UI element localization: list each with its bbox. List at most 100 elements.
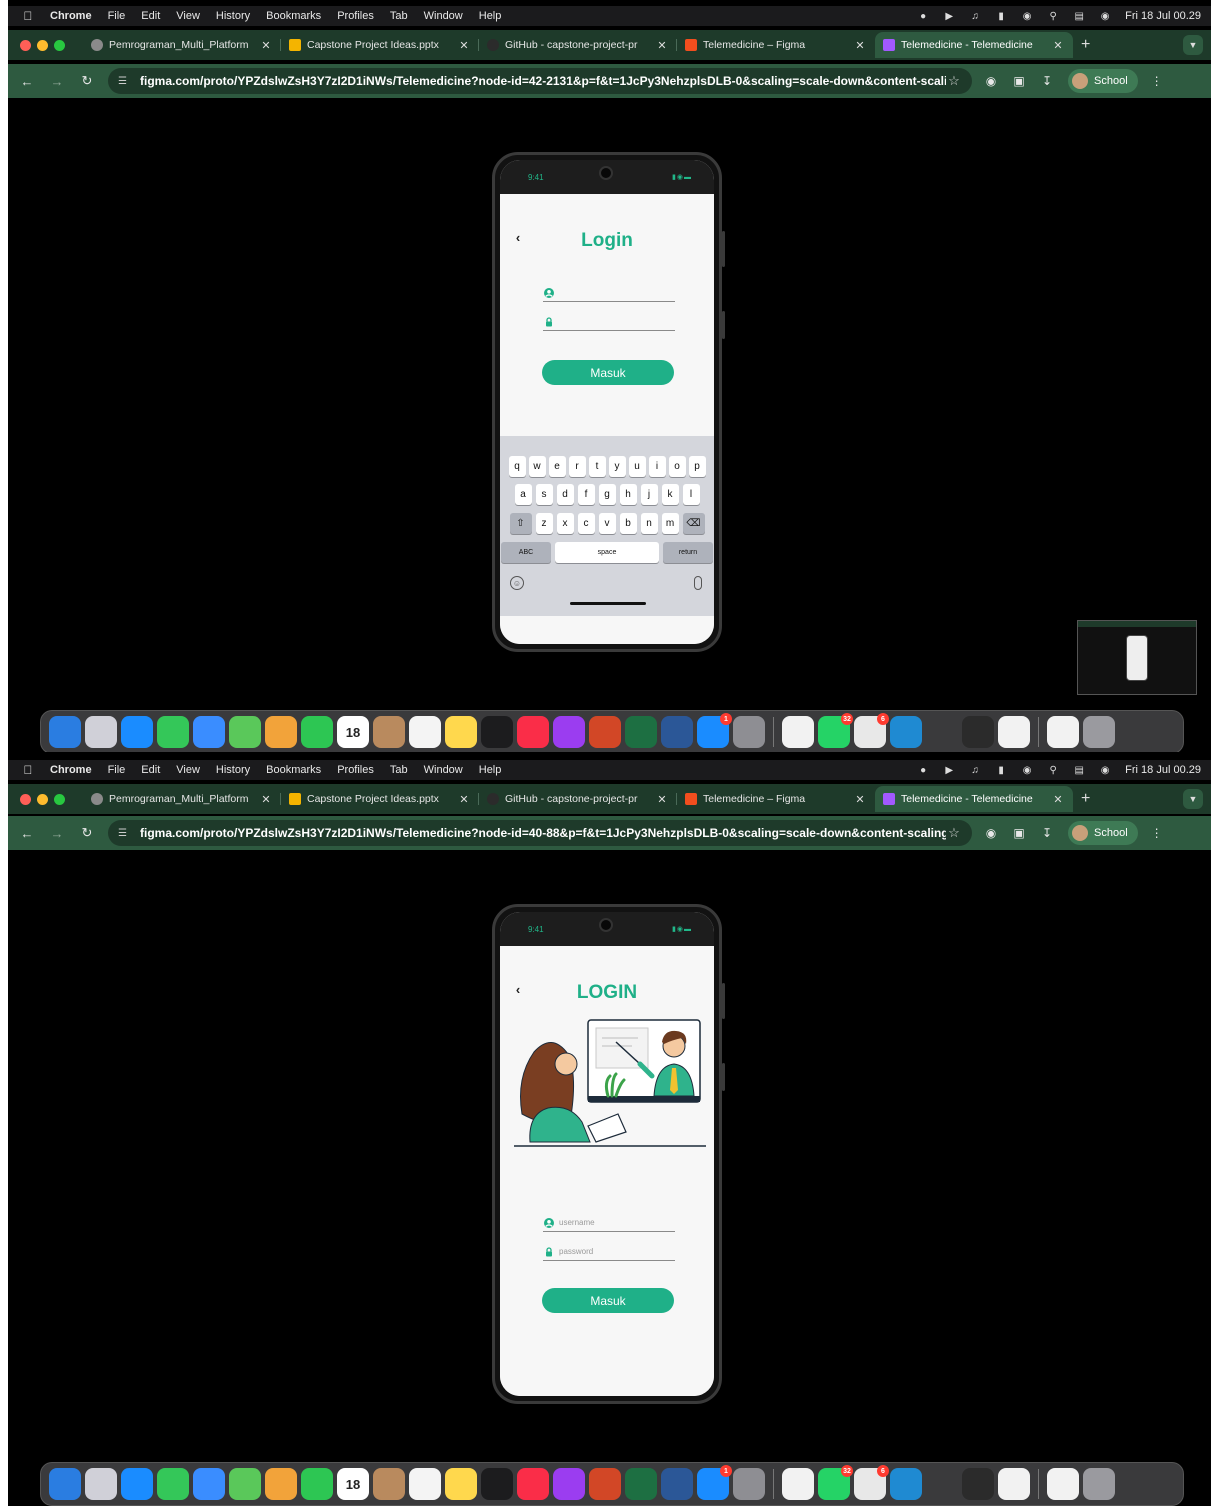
- menu-tab[interactable]: Tab: [390, 10, 408, 22]
- tab-figma-file[interactable]: Telemedicine – Figma ✕: [677, 786, 875, 812]
- key-e[interactable]: e: [548, 456, 566, 477]
- control-center-icon[interactable]: ▤: [1073, 10, 1085, 22]
- dock-document-icon[interactable]: [1047, 1468, 1079, 1500]
- dock-maps-icon[interactable]: [229, 716, 261, 748]
- key-d[interactable]: d: [556, 484, 574, 505]
- spotlight-search-icon[interactable]: ⚲: [1047, 764, 1059, 776]
- headphones-icon[interactable]: ●: [917, 764, 929, 776]
- key-o[interactable]: o: [668, 456, 686, 477]
- dock-launchpad-icon[interactable]: [85, 716, 117, 748]
- menu-help[interactable]: Help: [479, 10, 502, 22]
- dock-trash-icon[interactable]: [1083, 1468, 1115, 1500]
- close-icon[interactable]: ✕: [1051, 39, 1065, 52]
- extensions-icon[interactable]: ▣: [1010, 72, 1028, 90]
- password-field[interactable]: [543, 313, 675, 331]
- site-settings-icon[interactable]: ☰: [118, 828, 132, 839]
- volume-icon[interactable]: ♫: [969, 764, 981, 776]
- key-h[interactable]: h: [619, 484, 637, 505]
- tab-pemrograman[interactable]: Pemrograman_Multi_Platform ✕: [83, 32, 281, 58]
- download-icon[interactable]: ↧: [1038, 824, 1056, 842]
- close-icon[interactable]: ✕: [457, 793, 471, 806]
- dock-appstore-icon[interactable]: 1: [697, 713, 732, 748]
- microphone-icon[interactable]: [694, 576, 702, 590]
- camera-icon[interactable]: ◉: [982, 72, 1000, 90]
- dock-contacts-icon[interactable]: [373, 716, 405, 748]
- dock-trash-icon[interactable]: [1083, 716, 1115, 748]
- tab-figma-prototype[interactable]: Telemedicine - Telemedicine ✕: [875, 32, 1073, 58]
- dock-chrome-icon[interactable]: [782, 716, 814, 748]
- dock-word-icon[interactable]: [661, 1468, 693, 1500]
- dock-chrome-icon[interactable]: [782, 1468, 814, 1500]
- menu-view[interactable]: View: [176, 10, 200, 22]
- key-u[interactable]: u: [628, 456, 646, 477]
- new-tab-button[interactable]: +: [1081, 36, 1090, 54]
- close-icon[interactable]: ✕: [259, 793, 273, 806]
- dock-python-icon[interactable]: [998, 1468, 1030, 1500]
- menu-window[interactable]: Window: [424, 10, 463, 22]
- dock-settings-icon[interactable]: [733, 1468, 765, 1500]
- headphones-icon[interactable]: ●: [917, 10, 929, 22]
- close-icon[interactable]: ✕: [655, 39, 669, 52]
- dock-powerpoint-icon[interactable]: [589, 1468, 621, 1500]
- dock-word-icon[interactable]: [661, 716, 693, 748]
- menu-profiles[interactable]: Profiles: [337, 764, 374, 776]
- menu-tab[interactable]: Tab: [390, 764, 408, 776]
- dock-finder-icon[interactable]: [49, 1468, 81, 1500]
- reload-icon[interactable]: ↻: [76, 73, 98, 89]
- menu-view[interactable]: View: [176, 764, 200, 776]
- dock-facetime-icon[interactable]: [301, 716, 333, 748]
- menu-history[interactable]: History: [216, 764, 250, 776]
- dock-launchpad-icon[interactable]: [85, 1468, 117, 1500]
- profile-button[interactable]: School: [1068, 69, 1138, 93]
- menu-edit[interactable]: Edit: [141, 764, 160, 776]
- close-window-button[interactable]: [20, 793, 31, 805]
- dock-calendar-icon[interactable]: 18: [337, 716, 369, 748]
- wifi-icon[interactable]: ◉: [1021, 10, 1033, 22]
- close-icon[interactable]: ✕: [457, 39, 471, 52]
- dock-finder-icon[interactable]: [49, 716, 81, 748]
- close-window-button[interactable]: [20, 39, 31, 51]
- key-c[interactable]: c: [577, 513, 595, 534]
- siri-icon[interactable]: ◉: [1099, 764, 1111, 776]
- dock-reminders-icon[interactable]: [409, 1468, 441, 1500]
- close-icon[interactable]: ✕: [853, 39, 867, 52]
- url-text[interactable]: figma.com/proto/YPZdslwZsH3Y7zI2D1iNWs/T…: [140, 826, 946, 840]
- dock-calendar-icon[interactable]: 18: [337, 1468, 369, 1500]
- tab-capstone-slides[interactable]: Capstone Project Ideas.pptx ✕: [281, 32, 479, 58]
- dock-facetime-icon[interactable]: [301, 1468, 333, 1500]
- dock-appstore-icon[interactable]: 1: [697, 1465, 732, 1500]
- dock-excel-icon[interactable]: [625, 716, 657, 748]
- chevron-down-icon[interactable]: ▼: [1183, 35, 1203, 55]
- tab-pemrograman[interactable]: Pemrograman_Multi_Platform ✕: [83, 786, 281, 812]
- address-bar[interactable]: ☰ figma.com/proto/YPZdslwZsH3Y7zI2D1iNWs…: [108, 820, 972, 846]
- dock-mail-icon[interactable]: [193, 716, 225, 748]
- dock-podcasts-icon[interactable]: [553, 1468, 585, 1500]
- menu-file[interactable]: File: [108, 764, 126, 776]
- battery-icon[interactable]: ▮: [995, 10, 1007, 22]
- key-a[interactable]: a: [514, 484, 532, 505]
- minimize-window-button[interactable]: [37, 793, 48, 805]
- reload-icon[interactable]: ↻: [76, 825, 98, 841]
- key-j[interactable]: j: [640, 484, 658, 505]
- shift-key-icon[interactable]: ⇧: [509, 513, 532, 534]
- close-icon[interactable]: ✕: [853, 793, 867, 806]
- menu-edit[interactable]: Edit: [141, 10, 160, 22]
- username-field[interactable]: [543, 284, 675, 302]
- tab-github[interactable]: GitHub - capstone-project-pr ✕: [479, 32, 677, 58]
- forward-arrow-icon[interactable]: →: [46, 74, 68, 89]
- menu-app-name[interactable]: Chrome: [50, 10, 92, 22]
- menu-history[interactable]: History: [216, 10, 250, 22]
- key-r[interactable]: r: [568, 456, 586, 477]
- back-arrow-icon[interactable]: ←: [16, 826, 38, 841]
- chevron-down-icon[interactable]: ▼: [1183, 789, 1203, 809]
- apple-icon[interactable]: : [20, 6, 36, 26]
- key-i[interactable]: i: [648, 456, 666, 477]
- key-t[interactable]: t: [588, 456, 606, 477]
- dock-appletv-icon[interactable]: [481, 1468, 513, 1500]
- close-icon[interactable]: ✕: [259, 39, 273, 52]
- key-b[interactable]: b: [619, 513, 637, 534]
- key-g[interactable]: g: [598, 484, 616, 505]
- dock-music-icon[interactable]: [517, 1468, 549, 1500]
- apple-icon[interactable]: : [20, 760, 36, 780]
- menu-bookmarks[interactable]: Bookmarks: [266, 764, 321, 776]
